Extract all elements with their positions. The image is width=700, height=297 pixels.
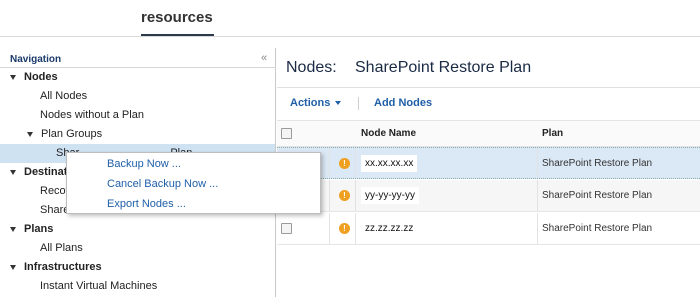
tree-item-instant-vms[interactable]: Instant Virtual Machines xyxy=(40,277,157,296)
column-divider xyxy=(537,180,538,211)
column-divider xyxy=(329,148,330,178)
add-nodes-button[interactable]: Add Nodes xyxy=(374,97,432,109)
row-checkbox[interactable] xyxy=(281,223,292,234)
navigation-title: Navigation xyxy=(10,54,62,65)
actions-dropdown[interactable]: Actions xyxy=(290,97,342,109)
tree-label: All Nodes xyxy=(40,90,88,102)
tree-node-plan-groups[interactable]: Plan Groups xyxy=(27,125,102,144)
expand-triangle-icon[interactable] xyxy=(10,74,16,80)
tree-label: Nodes without a Plan xyxy=(40,109,144,121)
column-divider xyxy=(355,180,356,211)
column-header-plan[interactable]: Plan xyxy=(542,128,563,139)
actions-label: Actions xyxy=(290,97,331,109)
collapse-panel-icon[interactable]: « xyxy=(261,52,273,64)
context-menu: Backup Now ... Cancel Backup Now ... Exp… xyxy=(66,152,321,214)
main-title-bar: Nodes: SharePoint Restore Plan xyxy=(277,48,700,88)
select-all-checkbox[interactable] xyxy=(281,128,292,139)
menu-item-backup-now[interactable]: Backup Now ... xyxy=(107,155,181,173)
column-divider xyxy=(355,213,356,244)
tree-label: Plans xyxy=(24,223,54,235)
expand-triangle-icon[interactable] xyxy=(27,131,33,137)
expand-triangle-icon[interactable] xyxy=(10,264,16,270)
column-divider xyxy=(329,213,330,244)
plan-cell: SharePoint Restore Plan xyxy=(542,223,653,234)
expand-triangle-icon[interactable] xyxy=(10,226,16,232)
plan-cell: SharePoint Restore Plan xyxy=(542,158,653,169)
plan-cell: SharePoint Restore Plan xyxy=(542,190,653,201)
warning-icon: ! xyxy=(339,223,350,234)
tree-item-all-nodes[interactable]: All Nodes xyxy=(40,87,87,106)
node-name-cell: yy-yy-yy-yy xyxy=(361,187,419,204)
toolbar-separator xyxy=(358,97,359,110)
toolbar: Actions Add Nodes xyxy=(277,88,700,118)
tree-node-plans[interactable]: Plans xyxy=(10,220,53,239)
column-divider xyxy=(329,180,330,211)
header-divider xyxy=(0,36,700,37)
warning-icon: ! xyxy=(339,158,350,169)
column-header-node-name[interactable]: Node Name xyxy=(361,128,416,139)
navigation-header: Navigation « xyxy=(0,48,276,68)
node-name-cell: xx.xx.xx.xx xyxy=(361,155,418,172)
tree-item-nodes-without-plan[interactable]: Nodes without a Plan xyxy=(40,106,144,125)
top-header: resources xyxy=(0,0,700,40)
tree-node-infrastructures[interactable]: Infrastructures xyxy=(10,258,102,277)
tree-label: Infrastructures xyxy=(24,261,102,273)
tree-label: All Plans xyxy=(40,242,83,254)
menu-item-cancel-backup-now[interactable]: Cancel Backup Now ... xyxy=(107,175,218,193)
warning-icon: ! xyxy=(339,190,350,201)
node-name-cell: zz.zz.zz.zz xyxy=(365,223,414,234)
column-divider xyxy=(355,148,356,178)
tree-item-all-plans[interactable]: All Plans xyxy=(40,239,83,258)
table-header: Node Name Plan xyxy=(277,120,700,147)
main-panel: Nodes: SharePoint Restore Plan Actions A… xyxy=(277,48,700,297)
menu-item-export-nodes[interactable]: Export Nodes ... xyxy=(107,195,186,213)
column-divider xyxy=(537,148,538,178)
expand-triangle-icon[interactable] xyxy=(10,169,16,175)
table-row[interactable]: ! zz.zz.zz.zz SharePoint Restore Plan xyxy=(277,213,700,245)
tree-label: Nodes xyxy=(24,71,58,83)
tree-node-nodes[interactable]: Nodes xyxy=(10,68,58,87)
chevron-down-icon xyxy=(335,101,342,106)
page-title-label: Nodes: xyxy=(286,59,337,76)
tree-label: Instant Virtual Machines xyxy=(40,280,158,292)
tab-resources[interactable]: resources xyxy=(141,9,213,26)
table-row[interactable]: ! yy-yy-yy-yy SharePoint Restore Plan xyxy=(277,180,700,212)
table-row[interactable]: ! xx.xx.xx.xx SharePoint Restore Plan xyxy=(277,147,700,179)
page-title: SharePoint Restore Plan xyxy=(355,59,532,76)
column-divider xyxy=(537,213,538,244)
tree-label: Plan Groups xyxy=(41,128,103,140)
